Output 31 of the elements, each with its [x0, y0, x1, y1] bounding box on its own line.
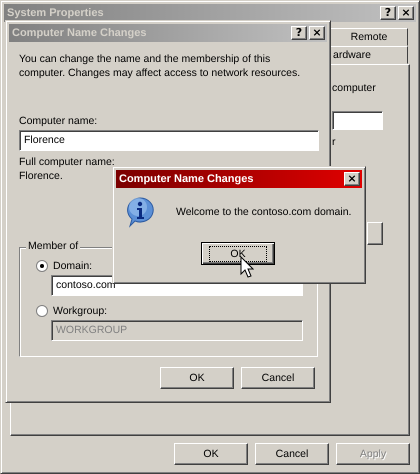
- dialog-button[interactable]: Cancel: [241, 367, 315, 389]
- input-field[interactable]: [332, 111, 383, 130]
- tab[interactable]: Remote: [330, 28, 408, 46]
- close-button[interactable]: ×: [344, 172, 360, 186]
- tab[interactable]: ardware: [330, 46, 408, 64]
- radio-button[interactable]: [36, 260, 48, 272]
- message-text: Welcome to the contoso.com domain.: [176, 206, 352, 218]
- group-label: Member of: [26, 240, 80, 252]
- full-name-text: Florence.: [19, 169, 63, 183]
- panel-text: computer: [332, 82, 376, 94]
- field-label: Full computer name:: [19, 155, 115, 169]
- cursor-icon: [240, 256, 254, 278]
- dialog-button[interactable]: Cancel: [255, 443, 329, 465]
- message-title: Computer Name Changes: [119, 173, 254, 185]
- input-field[interactable]: Florence: [19, 130, 319, 151]
- title-bar-button[interactable]: ×: [309, 26, 325, 40]
- intro-text: You can change the name and the membership of this computer. Changes may affect access to network resources.: [19, 52, 302, 80]
- dialog-title: Computer Name Changes: [12, 27, 148, 39]
- ok-button[interactable]: OK: [201, 242, 275, 265]
- field-label: Computer name:: [19, 114, 98, 128]
- radio-label: Workgroup:: [53, 304, 108, 318]
- dialog-button[interactable]: OK: [174, 443, 248, 465]
- title-bar-button[interactable]: ×: [398, 6, 414, 20]
- window-title: System Properties: [7, 7, 105, 19]
- panel-text: r: [332, 136, 336, 148]
- title-bar-button[interactable]: ?: [291, 26, 307, 40]
- dialog-button[interactable]: OK: [160, 367, 234, 389]
- radio-label: Domain:: [53, 259, 92, 273]
- panel-button[interactable]: [367, 222, 383, 245]
- info-icon: [124, 196, 156, 228]
- title-bar-button[interactable]: ?: [380, 6, 396, 20]
